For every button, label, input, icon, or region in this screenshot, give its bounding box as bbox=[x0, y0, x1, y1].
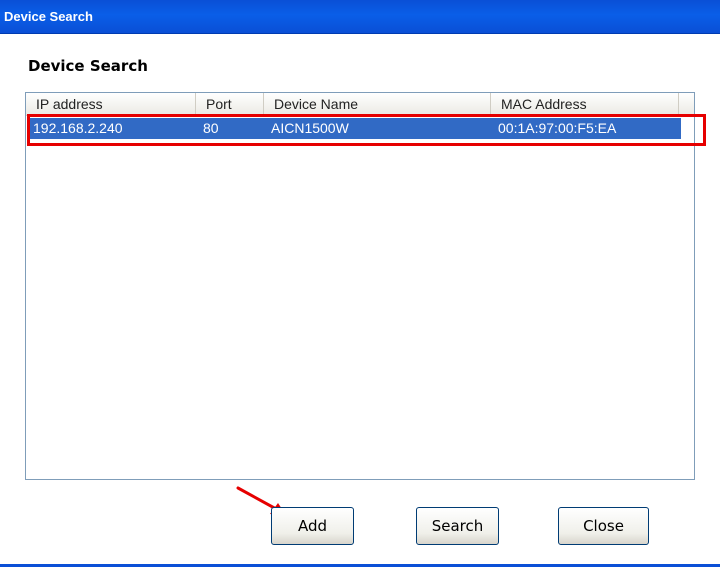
device-list[interactable]: IP address Port Device Name MAC Address … bbox=[25, 92, 695, 480]
column-header-ip[interactable]: IP address bbox=[26, 93, 196, 115]
search-button[interactable]: Search bbox=[416, 507, 499, 545]
cell-port: 80 bbox=[203, 120, 219, 136]
dialog-heading: Device Search bbox=[28, 57, 148, 75]
table-row-selected[interactable]: 192.168.2.240 80 AICN1500W 00:1A:97:00:F… bbox=[29, 118, 681, 139]
window-title: Device Search bbox=[4, 9, 93, 24]
column-header-mac[interactable]: MAC Address bbox=[491, 93, 679, 115]
close-button[interactable]: Close bbox=[558, 507, 649, 545]
cell-device-name: AICN1500W bbox=[271, 120, 349, 136]
cell-ip: 192.168.2.240 bbox=[33, 120, 123, 136]
column-header-device-name[interactable]: Device Name bbox=[264, 93, 491, 115]
column-header-port[interactable]: Port bbox=[196, 93, 264, 115]
cell-mac: 00:1A:97:00:F5:EA bbox=[498, 120, 617, 136]
add-button[interactable]: Add bbox=[271, 507, 354, 545]
window-titlebar[interactable]: Device Search bbox=[0, 0, 720, 34]
device-list-header: IP address Port Device Name MAC Address bbox=[26, 93, 694, 116]
